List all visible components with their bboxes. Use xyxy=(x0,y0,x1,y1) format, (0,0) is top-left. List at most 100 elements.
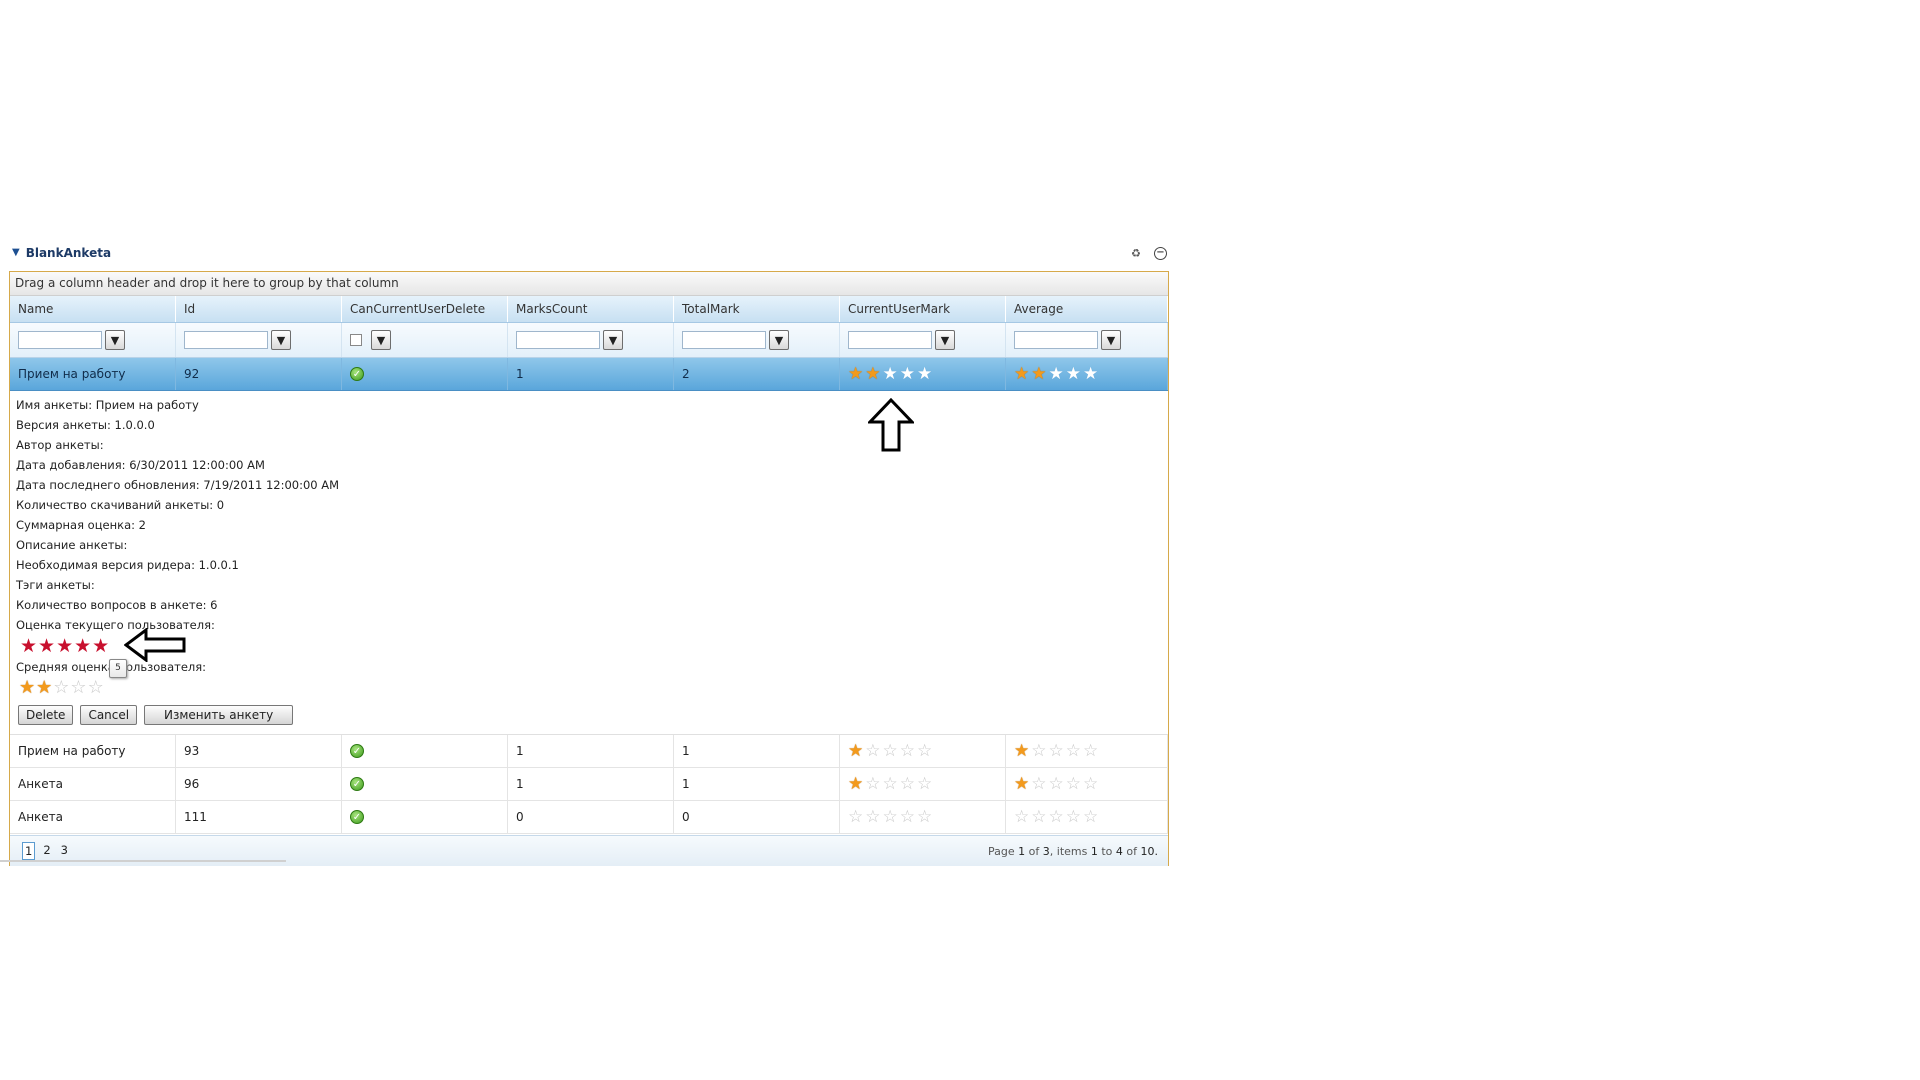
table-row[interactable]: Анкета 96 ✓ 1 1 ★ ☆ ☆ ☆ ☆ ★ ☆ ☆ ☆ ☆ xyxy=(10,768,1168,801)
widget-header: ▼ BlankAnketa ♻ − xyxy=(12,245,1167,261)
filter-input-average[interactable] xyxy=(1014,331,1098,349)
star-icon: ★ xyxy=(899,363,915,384)
edit-survey-button[interactable]: Изменить анкету xyxy=(144,705,294,725)
star-icon: ☆ xyxy=(1048,806,1064,827)
star-icon: ☆ xyxy=(917,806,933,827)
check-icon: ✓ xyxy=(350,744,364,758)
star-icon: ★ xyxy=(19,677,36,698)
star-icon: ☆ xyxy=(865,740,881,761)
pager-value: 1 xyxy=(1090,844,1098,858)
filter-icon[interactable]: ▼ xyxy=(271,330,291,350)
group-panel[interactable]: Drag a column header and drop it here to… xyxy=(10,272,1168,296)
star-rating[interactable]: ★ ☆ ☆ ☆ ☆ xyxy=(848,740,933,761)
star-rating[interactable]: ☆ ☆ ☆ ☆ ☆ xyxy=(848,806,933,827)
avg-rating-stars: ★ ★ ☆ ☆ ☆ xyxy=(16,677,1168,699)
pager-text: Page xyxy=(988,844,1015,858)
star-rating[interactable]: ★ ★ ★ ★ ★ xyxy=(848,363,932,384)
page-link[interactable]: 2 xyxy=(41,842,52,860)
star-icon: ☆ xyxy=(1083,773,1099,794)
row-detail-panel: Имя анкеты: Прием на работу Версия анкет… xyxy=(10,391,1168,735)
star-icon: ☆ xyxy=(865,773,881,794)
detail-line: Тэги анкеты: xyxy=(16,578,95,592)
table-row[interactable]: Анкета 111 ✓ 0 0 ☆ ☆ ☆ ☆ ☆ ☆ ☆ ☆ ☆ ☆ xyxy=(10,801,1168,834)
filter-checkbox-can-delete[interactable] xyxy=(350,334,362,346)
star-icon: ☆ xyxy=(1065,773,1081,794)
filter-input-id[interactable] xyxy=(184,331,268,349)
column-header-name[interactable]: Name xyxy=(10,296,176,322)
page-link[interactable]: 3 xyxy=(59,842,70,860)
filter-icon[interactable]: ▼ xyxy=(769,330,789,350)
filter-icon[interactable]: ▼ xyxy=(1101,330,1121,350)
check-icon: ✓ xyxy=(350,777,364,791)
detail-line: Автор анкеты: xyxy=(16,438,104,452)
column-header-can-delete[interactable]: CanCurrentUserDelete xyxy=(342,296,508,322)
column-header-marks-count[interactable]: MarksCount xyxy=(508,296,674,322)
cell-marks-count: 1 xyxy=(508,358,674,390)
pager-text: of xyxy=(1126,844,1137,858)
star-icon: ☆ xyxy=(1031,806,1047,827)
filter-input-current-user-mark[interactable] xyxy=(848,331,932,349)
detail-line: Версия анкеты: 1.0.0.0 xyxy=(16,418,155,432)
user-rating-stars[interactable]: ★★★★★ xyxy=(16,635,1168,657)
star-rating: ★ ★ ★ ★ ★ xyxy=(1014,363,1098,384)
check-icon: ✓ xyxy=(350,367,364,381)
collapse-triangle-icon[interactable]: ▼ xyxy=(12,248,20,258)
cell-total-mark: 0 xyxy=(674,801,840,833)
column-header-current-user-mark[interactable]: CurrentUserMark xyxy=(840,296,1006,322)
table-row[interactable]: Прием на работу 93 ✓ 1 1 ★ ☆ ☆ ☆ ☆ ★ ☆ ☆ ☆ ☆ xyxy=(10,735,1168,768)
cell-average: ★ ☆ ☆ ☆ ☆ xyxy=(1006,735,1168,767)
filter-input-marks-count[interactable] xyxy=(516,331,600,349)
detail-line: Необходимая версия ридера: 1.0.0.1 xyxy=(16,558,239,572)
star-icon: ☆ xyxy=(917,740,933,761)
filter-row: ▼ ▼ ▼ ▼ ▼ ▼ ▼ xyxy=(10,323,1168,358)
star-rating[interactable]: ★ ☆ ☆ ☆ ☆ xyxy=(848,773,932,794)
cell-can-delete: ✓ xyxy=(342,801,508,833)
filter-input-total-mark[interactable] xyxy=(682,331,766,349)
star-icon: ★ xyxy=(848,773,864,794)
star-icon: ★ xyxy=(1048,363,1064,384)
cell-name: Прием на работу xyxy=(10,735,176,767)
star-icon: ☆ xyxy=(87,677,104,698)
star-icon: ★ xyxy=(1014,773,1030,794)
filter-icon[interactable]: ▼ xyxy=(371,330,391,350)
pager-value: 10. xyxy=(1140,844,1159,858)
pager-info: Page 1 of 3, items 1 to 4 of 10. xyxy=(988,845,1168,858)
cell-id: 93 xyxy=(176,735,342,767)
avg-rating-label: Средняя оценка пользователя: xyxy=(16,660,207,674)
star-icon: ☆ xyxy=(1048,773,1064,794)
star-icon: ☆ xyxy=(1083,740,1099,761)
column-header-id[interactable]: Id xyxy=(176,296,342,322)
cell-id: 111 xyxy=(176,801,342,833)
refresh-icon[interactable]: ♻ xyxy=(1128,246,1144,260)
filter-icon[interactable]: ▼ xyxy=(105,330,125,350)
cell-id: 92 xyxy=(176,358,342,390)
widget-title: BlankAnketa xyxy=(25,246,112,260)
cell-name: Анкета xyxy=(10,768,176,800)
filter-icon[interactable]: ▼ xyxy=(935,330,955,350)
star-icon: ☆ xyxy=(53,677,70,698)
header-row: Name Id CanCurrentUserDelete MarksCount … xyxy=(10,296,1168,323)
star-icon: ★ xyxy=(865,363,881,384)
page-link[interactable]: 1 xyxy=(22,842,36,860)
table-row[interactable]: Прием на работу 92 ✓ 1 2 ★ ★ ★ ★ ★ ★ ★ ★ ★ ★ xyxy=(10,358,1168,391)
scrollbar[interactable] xyxy=(0,860,286,862)
detail-line: Имя анкеты: Прием на работу xyxy=(16,398,199,412)
collapse-icon[interactable]: − xyxy=(1154,246,1167,260)
cell-average: ★ ★ ★ ★ ★ xyxy=(1006,358,1168,390)
filter-input-name[interactable] xyxy=(18,331,102,349)
column-header-total-mark[interactable]: TotalMark xyxy=(674,296,840,322)
detail-line: Описание анкеты: xyxy=(16,538,128,552)
data-grid: Drag a column header and drop it here to… xyxy=(9,271,1169,866)
cell-total-mark: 1 xyxy=(674,768,840,800)
cancel-button[interactable]: Cancel xyxy=(80,705,138,725)
column-header-average[interactable]: Average xyxy=(1006,296,1168,322)
delete-button[interactable]: Delete xyxy=(18,705,74,725)
star-icon: ☆ xyxy=(899,773,915,794)
star-rating: ★ ☆ ☆ ☆ ☆ xyxy=(1014,773,1099,794)
filter-icon[interactable]: ▼ xyxy=(603,330,623,350)
cell-can-delete: ✓ xyxy=(342,735,508,767)
star-icon: ★ xyxy=(1065,363,1081,384)
star-icon: ☆ xyxy=(70,677,87,698)
detail-line: Дата добавления: 6/30/2011 12:00:00 AM xyxy=(16,458,265,472)
star-rating: ☆ ☆ ☆ ☆ ☆ xyxy=(1014,806,1098,827)
